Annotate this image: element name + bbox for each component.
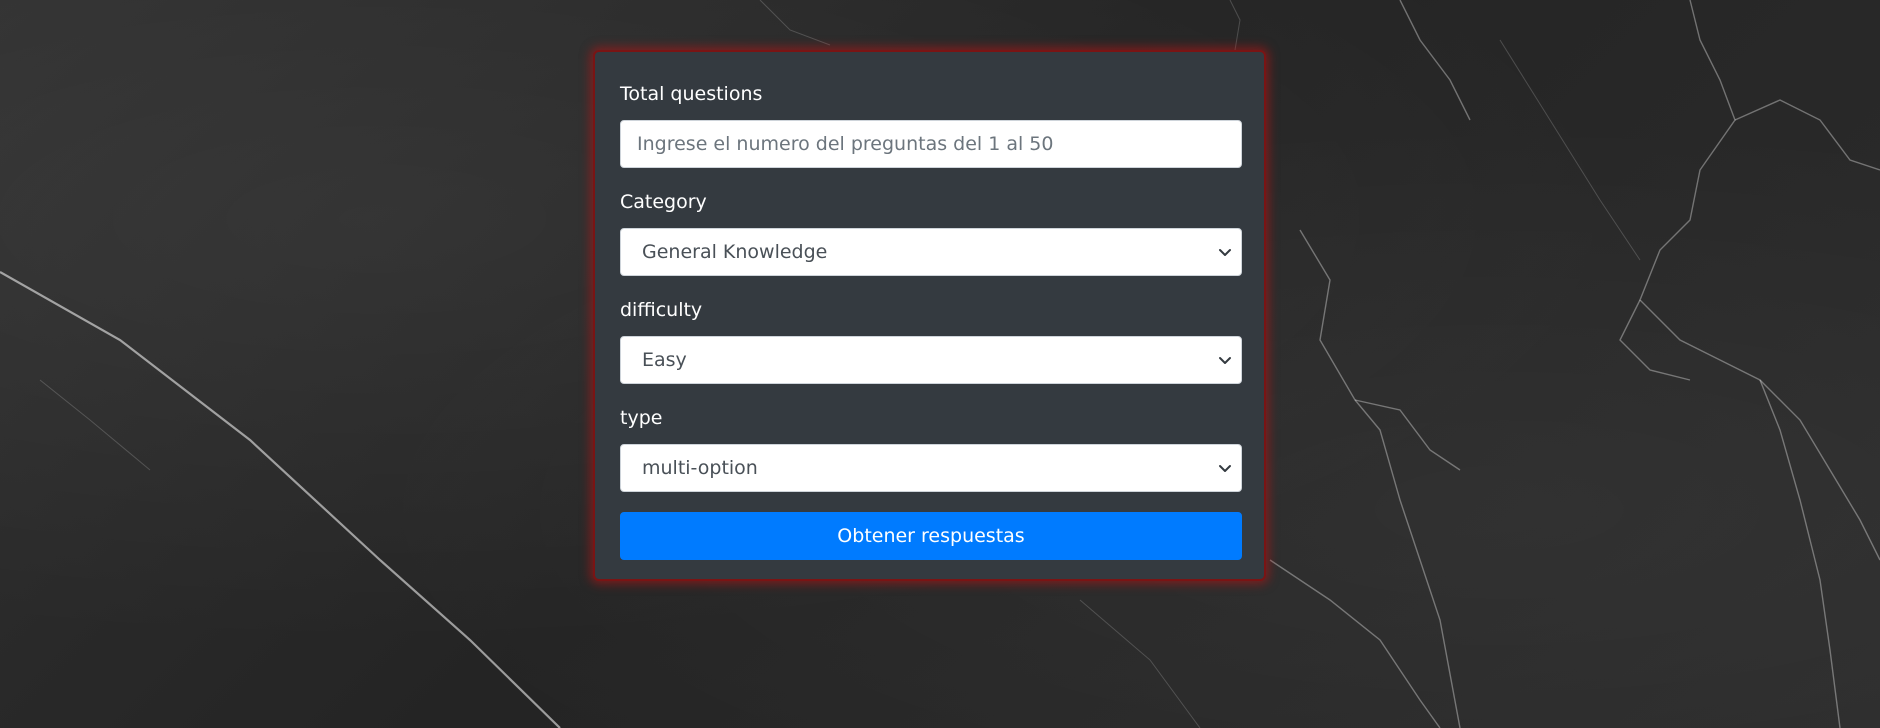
chevron-down-icon <box>1219 465 1231 472</box>
quiz-settings-card: Total questions Category General Knowled… <box>593 50 1266 581</box>
category-select[interactable]: General Knowledge <box>620 228 1242 276</box>
total-questions-input[interactable] <box>620 120 1242 168</box>
chevron-down-icon <box>1219 357 1231 364</box>
total-questions-group: Total questions <box>620 80 1242 168</box>
difficulty-select[interactable]: Easy <box>620 336 1242 384</box>
get-answers-button[interactable]: Obtener respuestas <box>620 512 1242 560</box>
type-label: type <box>620 407 663 429</box>
type-selected-value: multi-option <box>642 457 758 479</box>
category-selected-value: General Knowledge <box>642 241 828 263</box>
total-questions-label: Total questions <box>620 83 763 105</box>
difficulty-group: difficulty Easy <box>620 296 1242 384</box>
category-label: Category <box>620 191 707 213</box>
type-group: type multi-option <box>620 404 1242 492</box>
category-group: Category General Knowledge <box>620 188 1242 276</box>
difficulty-selected-value: Easy <box>642 349 687 371</box>
difficulty-label: difficulty <box>620 299 703 321</box>
chevron-down-icon <box>1219 249 1231 256</box>
type-select[interactable]: multi-option <box>620 444 1242 492</box>
